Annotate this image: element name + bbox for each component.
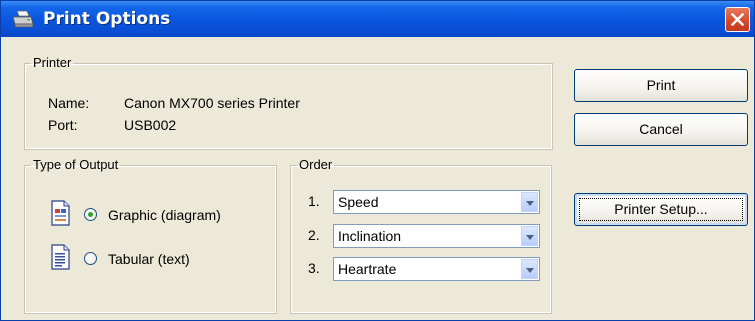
output-type-group-label: Type of Output	[33, 157, 119, 172]
close-icon	[731, 13, 744, 26]
close-button[interactable]	[725, 7, 750, 32]
printer-group-label: Printer	[33, 55, 72, 70]
printer-icon	[11, 9, 35, 29]
tabular-radio[interactable]	[84, 252, 97, 265]
printer-setup-label: Printer Setup...	[614, 201, 708, 217]
order-number-3: 3.	[308, 260, 320, 276]
order-select-3-value: Heartrate	[338, 261, 397, 277]
order-select-2[interactable]: Inclination	[333, 224, 540, 248]
printer-name-value: Canon MX700 series Printer	[124, 95, 300, 111]
title-bar[interactable]: Print Options	[1, 1, 754, 37]
printer-port-label: Port:	[48, 117, 78, 133]
chevron-down-icon[interactable]	[521, 226, 538, 246]
print-button[interactable]: Print	[574, 69, 748, 102]
order-select-1-value: Speed	[338, 194, 379, 210]
order-select-3[interactable]: Heartrate	[333, 257, 540, 281]
graphic-document-icon	[51, 200, 70, 226]
chevron-down-icon[interactable]	[521, 259, 538, 279]
cancel-button[interactable]: Cancel	[574, 113, 748, 146]
printer-name-label: Name:	[48, 95, 90, 111]
order-select-1[interactable]: Speed	[333, 190, 540, 214]
order-select-2-value: Inclination	[338, 228, 402, 244]
printer-setup-button[interactable]: Printer Setup...	[574, 193, 748, 226]
window-title: Print Options	[43, 9, 171, 29]
order-number-1: 1.	[308, 193, 320, 209]
tabular-option-label[interactable]: Tabular (text)	[108, 251, 190, 267]
graphic-radio[interactable]	[84, 208, 97, 221]
printer-port-value: USB002	[124, 117, 177, 133]
order-group-label: Order	[299, 157, 333, 172]
print-options-dialog: Print Options Printer Name: Canon MX700 …	[0, 0, 755, 321]
graphic-option-label[interactable]: Graphic (diagram)	[108, 207, 221, 223]
chevron-down-icon[interactable]	[521, 192, 538, 212]
output-type-group: Type of Output	[24, 158, 277, 314]
text-document-icon	[51, 244, 70, 270]
order-number-2: 2.	[308, 227, 320, 243]
